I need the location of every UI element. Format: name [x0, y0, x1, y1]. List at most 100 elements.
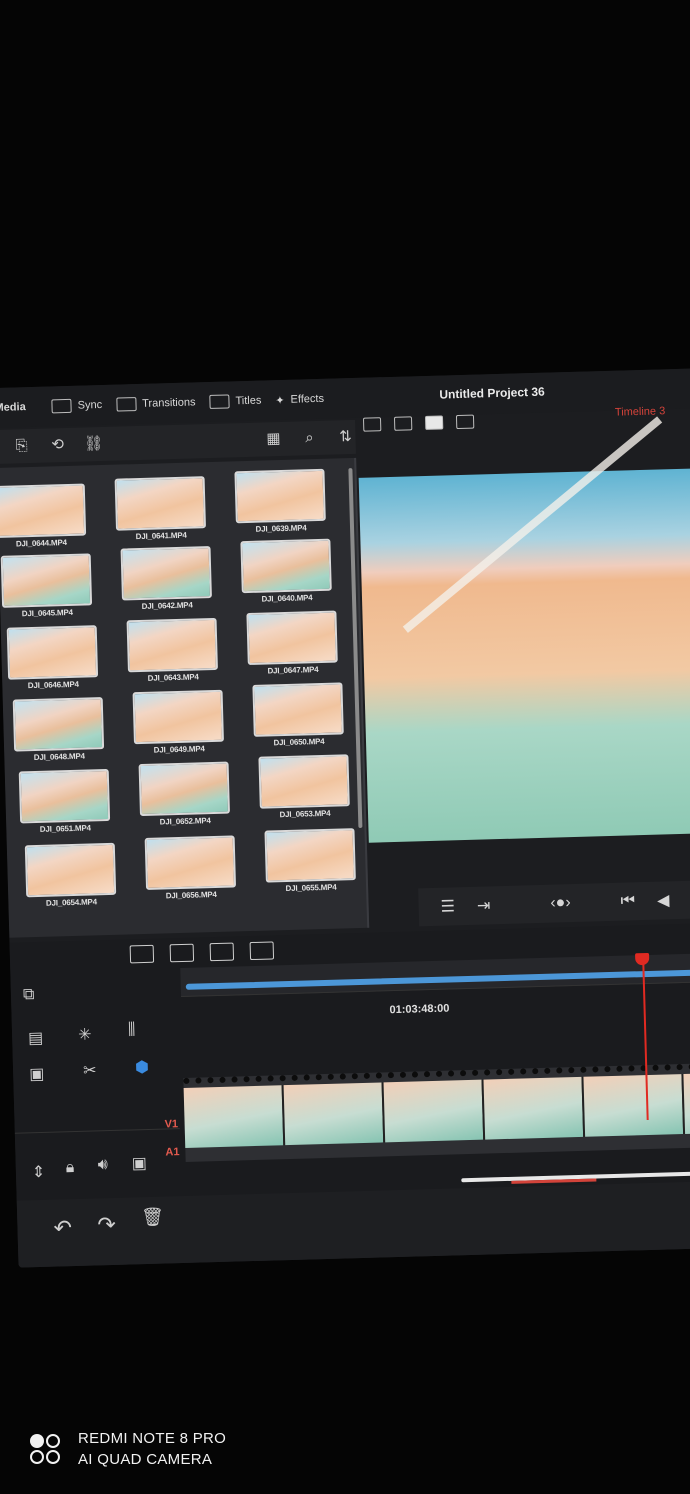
clip-item[interactable]: DJI_0648.MP4 [12, 697, 105, 762]
clip-thumbnail [12, 697, 105, 752]
clip-name: DJI_0646.MP4 [27, 679, 79, 691]
edit-mode-tools [129, 941, 290, 964]
dual-viewer-icon[interactable] [455, 414, 475, 430]
clip-settings-icon[interactable]: ☰ [440, 896, 455, 916]
replace-clip-icon[interactable] [209, 942, 235, 962]
clip-frame [283, 1082, 386, 1146]
lock-icon[interactable]: 🔒︎ [66, 1159, 75, 1177]
media-pool-toolbar: ⎘ ⟲ ⛓ ▦ ⌕ ⇅ [0, 419, 356, 464]
clip-name: DJI_0653.MP4 [279, 808, 331, 820]
sort-icon[interactable]: ⇅ [335, 427, 356, 448]
sync-icon [51, 398, 72, 414]
jog-control-icon[interactable]: ‹●› [550, 894, 571, 913]
clip-item[interactable]: DJI_0652.MP4 [138, 761, 231, 827]
clip-item[interactable]: DJI_0640.MP4 [240, 538, 332, 604]
audio-track-icon[interactable]: ▤ [28, 1028, 44, 1048]
tab-effects-label: Effects [290, 392, 325, 406]
clip-name: DJI_0652.MP4 [159, 816, 211, 827]
undo-icon[interactable]: ↶ [53, 1215, 72, 1242]
clip-thumbnail [258, 754, 350, 809]
clip-name: DJI_0642.MP4 [141, 600, 193, 611]
clip-frame [383, 1079, 486, 1143]
clip-frame [183, 1085, 286, 1148]
scissors-icon[interactable]: ✂ [83, 1060, 97, 1080]
tab-effects[interactable]: ✦ Effects [275, 392, 325, 407]
track-toggle-icon[interactable]: ▣ [131, 1153, 147, 1173]
clip-thumbnail [6, 625, 99, 680]
search-icon[interactable]: ⌕ [299, 428, 320, 449]
source-viewer-icon[interactable] [362, 417, 382, 432]
clip-name: DJI_0639.MP4 [255, 523, 307, 534]
grid-view-icon[interactable]: ▦ [263, 429, 284, 450]
overwrite-clip-icon[interactable] [169, 943, 195, 963]
top-tab-bar: Media Sync Transitions Titles ✦ Effects … [0, 367, 690, 428]
tab-transitions-label: Transitions [141, 396, 196, 410]
redo-icon[interactable]: ↷ [97, 1212, 116, 1239]
clip-thumbnail [264, 828, 356, 883]
clip-item[interactable]: DJI_0642.MP4 [120, 546, 213, 611]
tab-media[interactable]: Media [0, 401, 26, 414]
preview-viewer[interactable] [358, 416, 690, 843]
clip-frame-icon[interactable]: ▣ [29, 1064, 45, 1084]
smart-insert-icon[interactable]: ⧉ [23, 986, 35, 1004]
camera-watermark: REDMI NOTE 8 PRO AI QUAD CAMERA [28, 1428, 226, 1470]
split-viewer-icon[interactable] [393, 416, 413, 431]
clip-thumbnail [252, 682, 344, 737]
clip-name: DJI_0647.MP4 [267, 665, 319, 676]
clip-item[interactable]: DJI_0651.MP4 [18, 768, 111, 834]
clip-item[interactable]: DJI_0639.MP4 [234, 468, 326, 534]
clip-frame [583, 1074, 686, 1137]
clip-item[interactable]: DJI_0650.MP4 [252, 682, 344, 747]
marker-icon[interactable]: ⬢ [135, 1057, 150, 1077]
place-on-top-icon[interactable] [249, 941, 275, 961]
timeline-viewer-icon[interactable] [424, 415, 444, 430]
volume-icon[interactable]: 🔊︎ [97, 1156, 108, 1174]
clip-thumbnail [138, 761, 230, 817]
clip-thumbnail [132, 689, 224, 745]
clip-item[interactable]: DJI_0655.MP4 [264, 828, 356, 893]
clip-frame [483, 1076, 586, 1140]
tablet-screen: Media Sync Transitions Titles ✦ Effects … [0, 367, 690, 1268]
clip-name: DJI_0654.MP4 [45, 897, 97, 908]
trash-icon[interactable]: 🗑︎ [141, 1207, 164, 1229]
clip-item[interactable]: DJI_0644.MP4 [0, 483, 87, 549]
clip-name: DJI_0650.MP4 [273, 736, 325, 748]
clip-name: DJI_0651.MP4 [39, 823, 91, 834]
clip-thumbnail [0, 553, 93, 608]
import-media-icon[interactable]: ⎘ [11, 436, 32, 457]
clip-name: DJI_0649.MP4 [153, 744, 205, 755]
clip-item[interactable]: DJI_0646.MP4 [6, 625, 99, 691]
split-clip-icon[interactable]: ⫼ [128, 1021, 136, 1039]
clip-item[interactable]: DJI_0653.MP4 [258, 754, 350, 819]
clip-thumbnail [114, 476, 206, 531]
clip-item[interactable]: DJI_0654.MP4 [24, 842, 117, 908]
clip-name: DJI_0641.MP4 [135, 530, 187, 542]
ripple-trim-icon[interactable]: ✳ [78, 1025, 92, 1045]
insert-clip-icon[interactable] [129, 944, 155, 964]
video-track-clip[interactable] [183, 1062, 690, 1162]
media-pool: DJI_0644.MP4 DJI_0641.MP4 DJI_0639.MP4 D… [0, 457, 370, 938]
clip-thumbnail [234, 468, 326, 524]
clip-item[interactable]: DJI_0656.MP4 [144, 835, 237, 901]
track-height-icon[interactable]: ⇕ [32, 1162, 46, 1182]
clip-frame [683, 1071, 690, 1134]
link-icon[interactable]: ⛓ [83, 434, 104, 455]
relink-icon[interactable]: ⟲ [47, 435, 68, 456]
clip-item[interactable]: DJI_0641.MP4 [114, 476, 207, 542]
clip-item[interactable]: DJI_0647.MP4 [246, 610, 338, 676]
play-reverse-icon[interactable]: ◀ [657, 890, 670, 910]
viewer-mode-buttons [362, 414, 487, 432]
clip-item[interactable]: DJI_0645.MP4 [0, 553, 93, 618]
viewer-frame-content [402, 416, 663, 633]
effects-wand-icon: ✦ [275, 394, 285, 407]
clip-item[interactable]: DJI_0649.MP4 [132, 689, 225, 755]
tab-titles[interactable]: Titles [209, 394, 262, 409]
clip-item[interactable]: DJI_0643.MP4 [126, 617, 219, 683]
append-clip-icon[interactable]: ⇥ [477, 895, 491, 915]
tab-sync[interactable]: Sync [51, 398, 103, 414]
tab-media-label: Media [0, 401, 26, 414]
tab-transitions[interactable]: Transitions [115, 395, 196, 412]
clip-name: DJI_0656.MP4 [165, 889, 217, 901]
project-title: Untitled Project 36 [439, 384, 545, 402]
skip-start-icon[interactable]: ⏮ [620, 892, 635, 910]
